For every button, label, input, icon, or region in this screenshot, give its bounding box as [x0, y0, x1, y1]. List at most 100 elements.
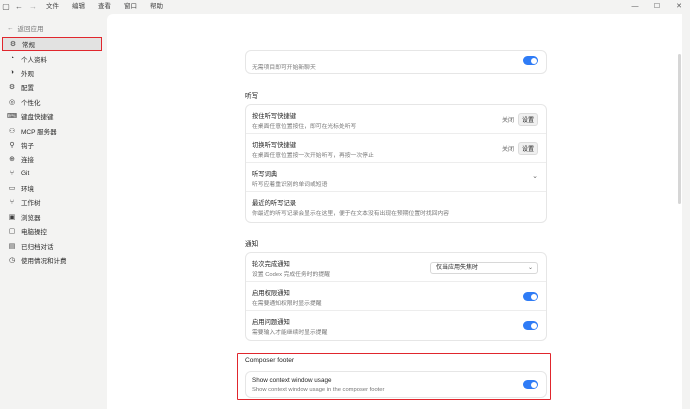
forward-arrow-icon[interactable]: → [26, 0, 40, 14]
sidebar-item-personalize[interactable]: ◎ 个性化 [2, 95, 102, 109]
composer-footer-card: Show context window usage Show context w… [245, 371, 547, 398]
recent-dictation-title: 最近的听写记录 [252, 200, 297, 207]
permission-notify-row: 启用权限通知 在需要通知权限时显示提醒 [246, 282, 546, 311]
browser-icon: ▣ [8, 213, 16, 221]
sidebar-item-mcp-servers[interactable]: ⚇ MCP 服务器 [2, 123, 102, 137]
turn-complete-title: 轮次完成通知 [252, 261, 290, 268]
dictation-section-title: 听写 [245, 93, 259, 100]
new-chat-toggle[interactable] [523, 56, 538, 65]
hold-dictation-desc: 在桌面任意位置按住，即可在光标处听写 [252, 124, 357, 130]
sidebar-item-label: 连接 [21, 157, 34, 165]
worktree-icon: ⑂ [9, 198, 15, 206]
window-menu-icon[interactable]: ▢ [0, 0, 12, 14]
context-usage-row: Show context window usage Show context w… [246, 372, 546, 397]
general-card: 无需项目即可开始新聊天 [245, 50, 547, 74]
archive-icon: ▤ [8, 242, 16, 250]
back-to-app-link[interactable]: ← 返回应用 [7, 23, 44, 34]
sidebar-item-general[interactable]: ⚙ 常规 [2, 37, 102, 52]
sidebar-item-config[interactable]: ⚙ 配置 [2, 80, 102, 94]
toggle-dictation-set-button[interactable]: 设置 [517, 142, 538, 155]
settings-sidebar: ← 返回应用 ⚙ 常规 ◔ 个人资料 ◑ 外观 ⚙ 配置 ◎ 个性化 ⌨ 键盘快… [0, 14, 106, 409]
recent-dictation-row: 最近的听写记录 你最近的听写记录会显示在这里，便于在文本没有出现在预期位置时找回… [246, 192, 546, 222]
sidebar-item-label: 个人资料 [21, 56, 47, 64]
sidebar-item-label: 配置 [21, 85, 34, 93]
notifications-section-title: 通知 [245, 241, 259, 248]
dictation-card: 按住听写快捷键 在桌面任意位置按住，即可在光标处听写 关闭 设置 切换听写快捷键… [245, 104, 547, 223]
server-icon: ⚇ [8, 127, 16, 135]
chevron-down-icon[interactable]: ⌄ [532, 172, 538, 180]
hold-dictation-row: 按住听写快捷键 在桌面任意位置按住，即可在光标处听写 关闭 设置 [246, 105, 546, 134]
git-icon: ⑂ [9, 170, 15, 178]
notifications-card: 轮次完成通知 设置 Codex 完成任务时的提醒 仅当应用失焦时 ⌄ 启用权限通… [245, 252, 547, 341]
computer-icon: ▢ [8, 228, 16, 236]
sidebar-item-connections[interactable]: ⊕ 连接 [2, 152, 102, 166]
sidebar-item-browser[interactable]: ▣ 浏览器 [2, 210, 102, 224]
arrow-left-icon: ← [7, 24, 14, 32]
back-arrow-icon[interactable]: ← [12, 0, 26, 14]
sidebar-item-label: 环境 [21, 186, 34, 194]
question-notify-toggle[interactable] [523, 321, 538, 330]
sidebar-item-label: 常规 [22, 42, 35, 50]
hold-dictation-off-label: 关闭 [501, 118, 514, 124]
sidebar-item-label: 钩子 [21, 142, 34, 150]
sidebar-item-label: 浏览器 [21, 214, 41, 222]
sidebar-item-label: 电脑操控 [21, 229, 47, 237]
globe-icon: ⊕ [9, 156, 15, 164]
dictation-dictionary-desc: 听写应着重识别的单词或短语 [252, 182, 328, 188]
permission-notify-toggle[interactable] [523, 292, 538, 301]
config-icon: ⚙ [8, 84, 16, 92]
scrollbar[interactable] [678, 54, 681, 204]
sidebar-item-label: 键盘快捷键 [21, 114, 54, 122]
question-notify-title: 启用问题通知 [252, 319, 290, 326]
menu-file[interactable]: 文件 [46, 0, 59, 14]
hold-dictation-set-button[interactable]: 设置 [517, 113, 538, 126]
sidebar-item-profile[interactable]: ◔ 个人资料 [2, 51, 102, 65]
permission-notify-desc: 在需要通知权限时显示提醒 [252, 301, 322, 307]
user-icon: ◔ [9, 55, 15, 63]
personalize-icon: ◎ [8, 98, 16, 106]
composer-footer-section-title: Composer footer [245, 357, 295, 364]
maximize-button[interactable]: ☐ [646, 0, 668, 14]
sidebar-item-computer-control[interactable]: ▢ 电脑操控 [2, 224, 102, 238]
hook-icon: ⚲ [9, 141, 15, 149]
gear-icon: ⚙ [9, 41, 17, 49]
toggle-dictation-row: 切换听写快捷键 在桌面任意位置按一次开始听写，再按一次停止 关闭 设置 [246, 134, 546, 163]
dictation-dictionary-row[interactable]: 听写词典 听写应着重识别的单词或短语 ⌄ [246, 163, 546, 192]
sidebar-item-archived-chats[interactable]: ▤ 已归档对话 [2, 238, 102, 252]
sidebar-item-usage-billing[interactable]: ◷ 使用情况和计费 [2, 253, 102, 267]
context-usage-toggle[interactable] [523, 380, 538, 389]
new-chat-row: 无需项目即可开始新聊天 [246, 51, 546, 73]
turn-complete-select[interactable]: 仅当应用失焦时 ⌄ [430, 262, 538, 274]
sidebar-item-git[interactable]: ⑂ Git [2, 167, 102, 181]
sidebar-item-label: MCP 服务器 [21, 128, 57, 136]
toggle-dictation-desc: 在桌面任意位置按一次开始听写，再按一次停止 [252, 153, 374, 159]
question-notify-row: 启用问题通知 需要输入才能继续时显示提醒 [246, 311, 546, 340]
turn-complete-row: 轮次完成通知 设置 Codex 完成任务时的提醒 仅当应用失焦时 ⌄ [246, 253, 546, 282]
sidebar-item-label: 工作树 [21, 200, 41, 208]
usage-icon: ◷ [8, 257, 16, 265]
menu-help[interactable]: 帮助 [150, 0, 163, 14]
toggle-dictation-title: 切换听写快捷键 [252, 142, 297, 149]
sidebar-item-label: Git [21, 170, 30, 178]
sidebar-item-label: 使用情况和计费 [21, 258, 67, 266]
sidebar-item-appearance[interactable]: ◑ 外观 [2, 66, 102, 80]
recent-dictation-desc: 你最近的听写记录会显示在这里，便于在文本没有出现在预期位置时找回内容 [252, 211, 450, 217]
close-button[interactable]: ✕ [668, 0, 690, 14]
menu-view[interactable]: 查看 [98, 0, 111, 14]
menu-edit[interactable]: 编辑 [72, 0, 85, 14]
back-to-app-label: 返回应用 [17, 26, 44, 33]
appearance-icon: ◑ [9, 69, 15, 77]
keyboard-icon: ⌨ [7, 113, 18, 121]
sidebar-item-keyboard-shortcuts[interactable]: ⌨ 键盘快捷键 [2, 109, 102, 123]
sidebar-item-hooks[interactable]: ⚲ 钩子 [2, 138, 102, 152]
permission-notify-title: 启用权限通知 [252, 290, 290, 297]
turn-complete-desc: 设置 Codex 完成任务时的提醒 [252, 272, 330, 278]
toggle-dictation-off-label: 关闭 [501, 147, 514, 153]
menu-window[interactable]: 窗口 [124, 0, 137, 14]
sidebar-item-environment[interactable]: ▭ 环境 [2, 181, 102, 195]
settings-nav: ⚙ 常规 ◔ 个人资料 ◑ 外观 ⚙ 配置 ◎ 个性化 ⌨ 键盘快捷键 ⚇ MC… [2, 37, 102, 267]
minimize-button[interactable]: — [624, 0, 646, 14]
context-usage-title: Show context window usage [252, 377, 332, 384]
sidebar-item-label: 外观 [21, 70, 34, 78]
sidebar-item-worktree[interactable]: ⑂ 工作树 [2, 195, 102, 209]
